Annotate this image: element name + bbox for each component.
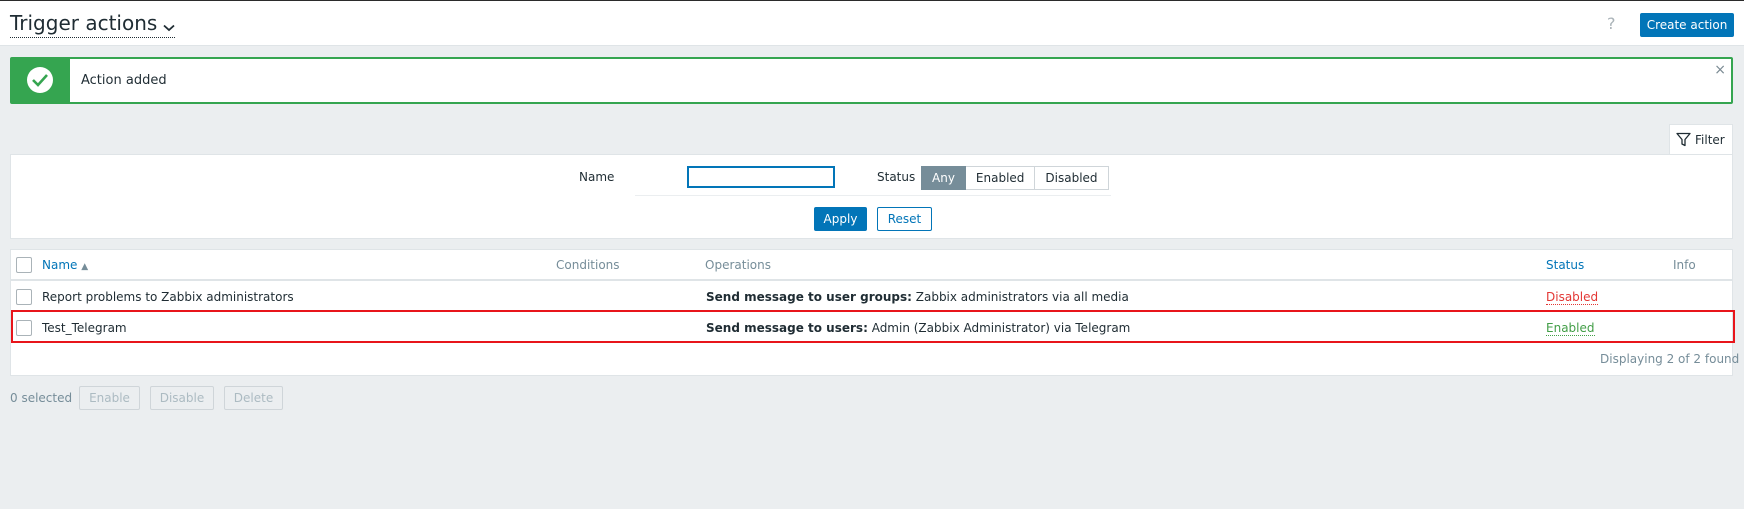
- status-disabled-toggle[interactable]: Disabled: [1546, 290, 1599, 305]
- delete-button[interactable]: Delete: [224, 386, 283, 410]
- status-segmented-control: Any Enabled Disabled: [921, 166, 1109, 190]
- action-status[interactable]: Disabled: [1546, 290, 1599, 305]
- action-operations: Send message to users: Admin (Zabbix Adm…: [706, 321, 1131, 335]
- action-status[interactable]: Enabled: [1546, 321, 1595, 336]
- status-enabled-toggle[interactable]: Enabled: [1546, 321, 1595, 336]
- actions-table: Name ▲ Conditions Operations Status Info…: [10, 249, 1733, 376]
- success-indicator: [12, 59, 70, 102]
- help-icon[interactable]: ?: [1607, 14, 1616, 33]
- success-message: Action added ×: [10, 57, 1733, 104]
- selected-count: 0 selected: [10, 391, 73, 405]
- action-operations: Send message to user groups: Zabbix admi…: [706, 290, 1129, 304]
- status-disabled-option[interactable]: Disabled: [1035, 166, 1109, 190]
- disable-button[interactable]: Disable: [150, 386, 214, 410]
- column-status-header[interactable]: Status: [1546, 258, 1584, 272]
- column-conditions-header: Conditions: [556, 258, 620, 272]
- row-checkbox[interactable]: [16, 320, 32, 336]
- row-checkbox[interactable]: [16, 289, 32, 305]
- action-name-link[interactable]: Test_Telegram: [42, 321, 127, 335]
- filter-panel: Name Status Any Enabled Disabled Apply R…: [10, 154, 1733, 239]
- table-header: Name ▲ Conditions Operations Status Info: [11, 250, 1732, 281]
- enable-button[interactable]: Enable: [79, 386, 140, 410]
- page-header: Trigger actions ? Create action: [0, 0, 1744, 46]
- filter-divider: [635, 195, 1111, 196]
- apply-button[interactable]: Apply: [814, 207, 867, 231]
- table-footer-count: Displaying 2 of 2 found: [1600, 352, 1740, 366]
- action-name-link[interactable]: Report problems to Zabbix administrators: [42, 290, 294, 304]
- sort-asc-icon: ▲: [81, 262, 89, 272]
- status-any-option[interactable]: Any: [921, 166, 966, 190]
- message-text: Action added: [81, 73, 167, 88]
- name-label: Name: [579, 170, 615, 184]
- filter-icon: [1676, 132, 1691, 150]
- select-all-checkbox[interactable]: [16, 257, 32, 273]
- filter-tab[interactable]: Filter: [1669, 124, 1733, 155]
- name-filter-input[interactable]: [687, 166, 835, 188]
- column-operations-header: Operations: [705, 258, 771, 272]
- column-name-header[interactable]: Name ▲: [42, 258, 88, 272]
- reset-button[interactable]: Reset: [877, 207, 932, 231]
- create-action-button[interactable]: Create action: [1640, 13, 1734, 37]
- status-enabled-option[interactable]: Enabled: [965, 166, 1036, 190]
- page-title-dropdown[interactable]: Trigger actions: [10, 11, 176, 38]
- filter-tab-label: Filter: [1695, 133, 1725, 147]
- chevron-down-icon: [163, 14, 175, 36]
- status-label: Status: [877, 170, 916, 184]
- table-row: Test_Telegram Send message to users: Adm…: [11, 312, 1732, 343]
- close-icon[interactable]: ×: [1714, 62, 1726, 78]
- page-title: Trigger actions: [10, 11, 158, 35]
- table-row: Report problems to Zabbix administrators…: [11, 281, 1732, 312]
- column-info-header: Info: [1673, 258, 1696, 272]
- checkmark-icon: [27, 67, 53, 93]
